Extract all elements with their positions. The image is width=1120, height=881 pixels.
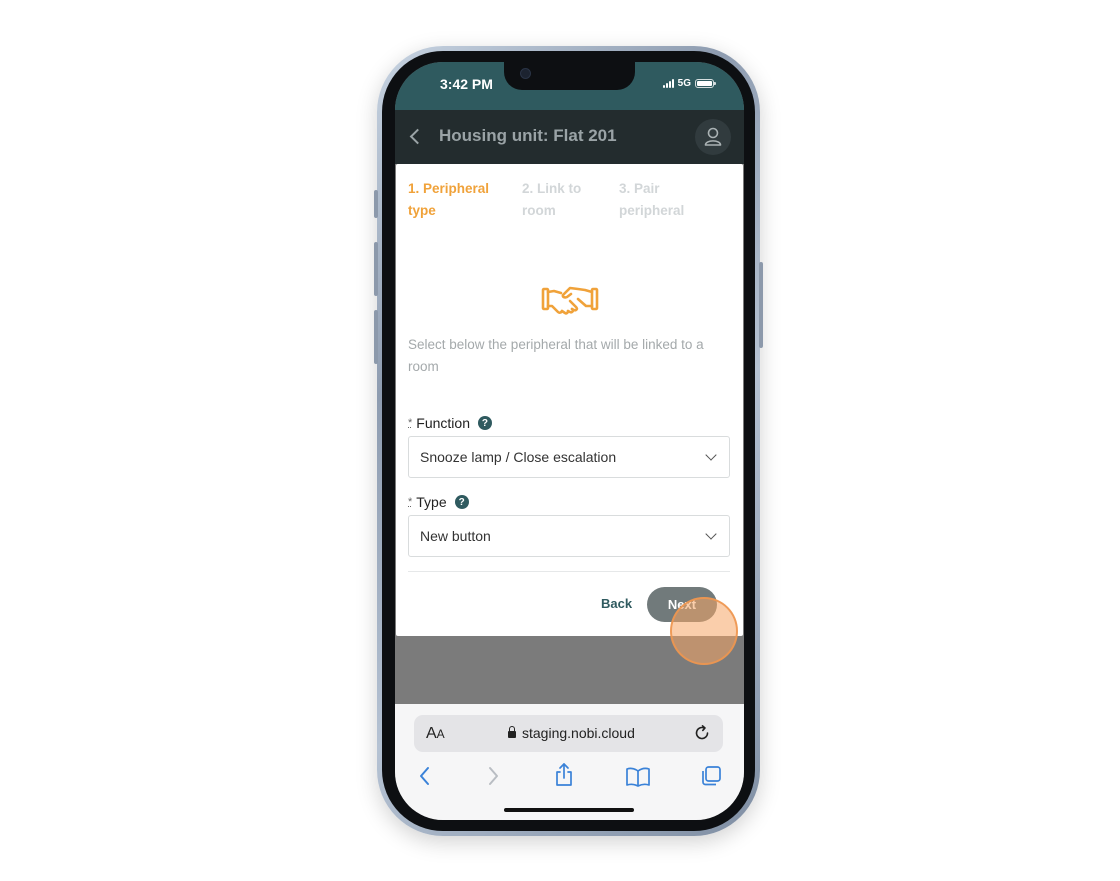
user-avatar-button[interactable]	[695, 119, 731, 155]
browser-toolbar: AA staging.nobi.cloud	[395, 704, 744, 820]
step-label: type	[408, 203, 436, 218]
type-label: * Type ?	[408, 494, 469, 510]
step-peripheral-type[interactable]: 1. Peripheral type	[408, 178, 489, 222]
step-label: room	[522, 203, 556, 218]
bookmarks-icon[interactable]	[625, 766, 651, 788]
function-label-text: Function	[416, 415, 470, 431]
status-time: 3:42 PM	[440, 76, 493, 92]
url-text: staging.nobi.cloud	[522, 725, 635, 741]
tabs-icon[interactable]	[700, 765, 722, 787]
type-select[interactable]: New button	[408, 515, 730, 557]
help-icon[interactable]: ?	[477, 416, 492, 430]
step-link-to-room: 2. Link to room	[522, 178, 581, 222]
step-label: 3. Pair	[619, 181, 660, 196]
step-pair-peripheral: 3. Pair peripheral	[619, 178, 684, 222]
app-header: Housing unit: Flat 201	[395, 110, 744, 164]
user-icon	[704, 127, 722, 146]
function-select[interactable]: Snooze lamp / Close escalation	[408, 436, 730, 478]
address-bar[interactable]: AA staging.nobi.cloud	[414, 715, 723, 752]
function-select-value: Snooze lamp / Close escalation	[420, 449, 617, 465]
step-label: peripheral	[619, 203, 685, 218]
battery-icon	[695, 79, 716, 88]
notch	[504, 62, 635, 90]
phone-mute-switch	[374, 190, 378, 218]
reload-icon[interactable]	[693, 724, 711, 742]
back-button[interactable]: Back	[601, 596, 632, 611]
back-chevron-icon[interactable]	[409, 128, 426, 145]
phone-volume-up	[374, 242, 378, 296]
chevron-down-icon	[705, 528, 717, 540]
help-icon[interactable]: ?	[454, 495, 469, 509]
phone-volume-down	[374, 310, 378, 364]
network-label: 5G	[677, 78, 691, 89]
required-mark: *	[408, 417, 413, 429]
click-highlight	[670, 597, 738, 665]
type-label-text: Type	[416, 494, 447, 510]
share-icon[interactable]	[553, 762, 575, 788]
status-indicators: 5G	[662, 78, 716, 89]
phone-power-button	[759, 262, 763, 348]
home-indicator	[504, 808, 634, 812]
page-title: Housing unit: Flat 201	[439, 126, 617, 145]
browser-back-icon[interactable]	[417, 764, 433, 788]
signal-icon	[662, 79, 674, 88]
divider	[408, 571, 730, 572]
function-label: * Function ?	[408, 415, 492, 431]
handshake-icon	[541, 286, 599, 315]
chevron-down-icon	[705, 449, 717, 461]
intro-text: Select below the peripheral that will be…	[408, 337, 704, 374]
status-bar: 3:42 PM 5G	[395, 62, 744, 110]
browser-forward-icon[interactable]	[485, 764, 501, 788]
required-mark: *	[408, 496, 413, 508]
lock-icon	[508, 726, 516, 738]
step-label: 1. Peripheral	[408, 181, 490, 196]
type-select-value: New button	[420, 528, 491, 544]
url-display[interactable]: staging.nobi.cloud	[508, 725, 635, 741]
step-label: 2. Link to	[522, 181, 582, 196]
phone-screen: 3:42 PM 5G Housing unit: Flat 201 1. Per…	[395, 62, 744, 820]
front-camera	[520, 68, 531, 79]
text-size-button[interactable]: AA	[426, 725, 445, 743]
add-peripheral-modal: 1. Peripheral type 2. Link to room 3. Pa…	[396, 164, 743, 665]
